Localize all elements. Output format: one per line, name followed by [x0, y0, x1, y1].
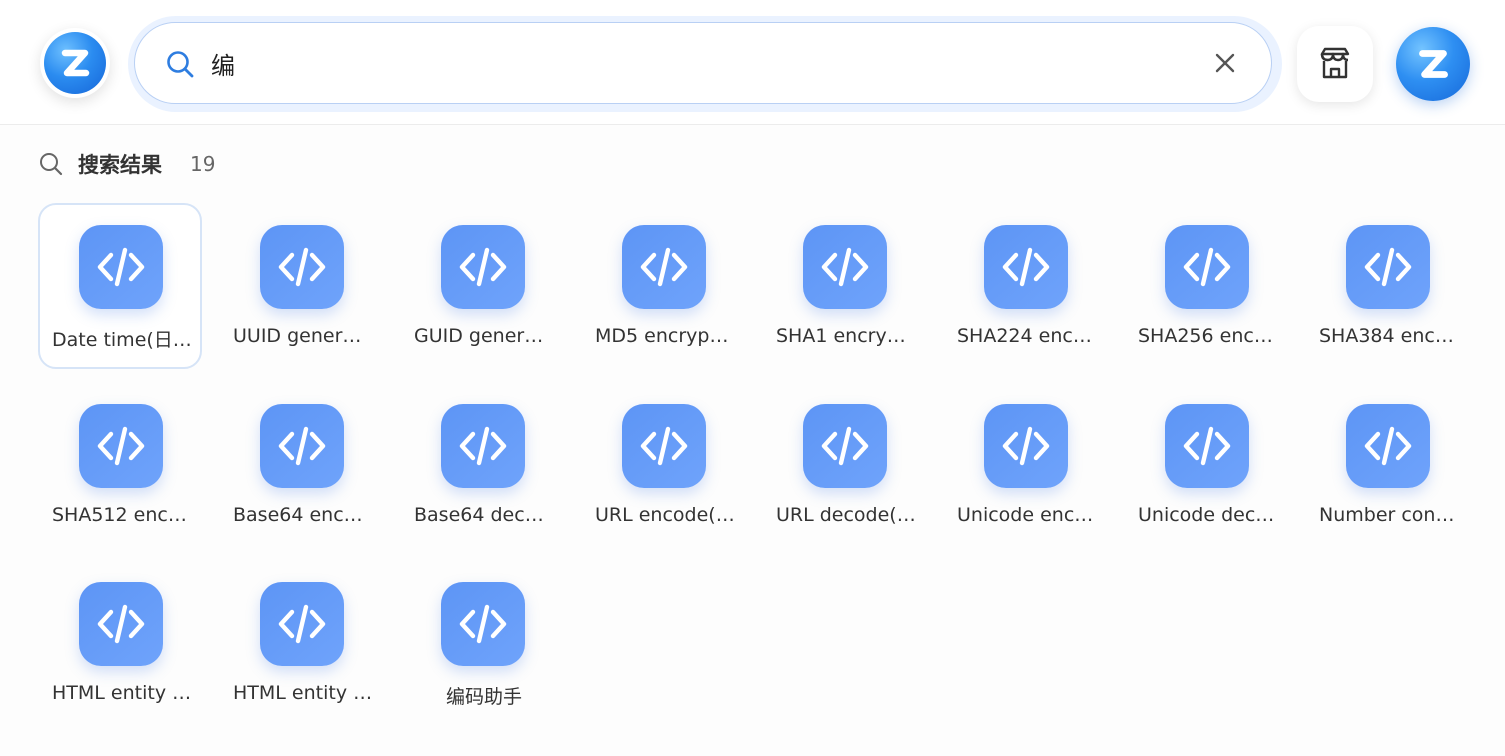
- app-label: Number con…: [1319, 503, 1455, 526]
- results-count: 19: [190, 152, 216, 176]
- code-icon: [1165, 403, 1249, 488]
- app-label: Date time(日…: [52, 329, 192, 351]
- store-button[interactable]: [1297, 26, 1373, 102]
- code-icon: [622, 403, 706, 488]
- app-label: MD5 encrypt…: [595, 325, 735, 347]
- app-label: 编码助手: [445, 686, 522, 708]
- code-icon: [441, 225, 525, 309]
- app-label: SHA1 encryp…: [776, 325, 916, 347]
- code-icon: [1346, 403, 1430, 488]
- code-icon: [803, 403, 887, 488]
- code-icon: [622, 225, 706, 309]
- search-box[interactable]: [134, 22, 1272, 104]
- app-tile[interactable]: URL encode(…: [581, 382, 745, 548]
- app-logo[interactable]: [40, 28, 110, 98]
- app-label: URL encode(…: [595, 503, 735, 526]
- app-tile[interactable]: SHA512 encr…: [38, 382, 202, 548]
- code-icon: [260, 582, 344, 666]
- store-icon: [1320, 47, 1350, 79]
- app-label: SHA224 encr…: [957, 325, 1097, 347]
- results-header: 搜索结果 19: [38, 146, 215, 182]
- z-logo-icon: [44, 32, 106, 94]
- app-label: SHA512 encr…: [52, 503, 192, 526]
- code-icon: [79, 582, 163, 666]
- app-tile[interactable]: GUID genera…: [400, 203, 564, 369]
- close-icon[interactable]: [1213, 51, 1237, 75]
- app-tile[interactable]: 编码助手: [400, 560, 564, 726]
- search-icon: [40, 153, 63, 176]
- app-tile[interactable]: Date time(日…: [38, 203, 202, 369]
- app-tile[interactable]: MD5 encrypt…: [581, 203, 745, 369]
- app-label: UUID genera…: [233, 325, 373, 347]
- z-avatar-icon: [1419, 50, 1448, 78]
- code-icon: [441, 403, 525, 488]
- app-label: HTML entity …: [233, 682, 373, 704]
- app-tile[interactable]: UUID genera…: [219, 203, 383, 369]
- app-label: Unicode enc…: [957, 503, 1094, 526]
- app-tile[interactable]: HTML entity …: [38, 560, 202, 726]
- app-tile[interactable]: Unicode enc…: [943, 382, 1107, 548]
- avatar[interactable]: [1396, 27, 1470, 101]
- code-icon: [984, 403, 1068, 488]
- code-icon: [441, 582, 525, 666]
- search-icon: [167, 51, 194, 78]
- results-title: 搜索结果: [78, 153, 162, 177]
- app-tile[interactable]: URL decode(…: [762, 382, 926, 548]
- top-bar: [0, 0, 1505, 125]
- app-tile[interactable]: Base64 enco…: [219, 382, 383, 548]
- code-icon: [260, 225, 344, 309]
- app-tile[interactable]: SHA256 encr…: [1124, 203, 1288, 369]
- code-icon: [79, 403, 163, 488]
- app-window: 搜索结果 19 Date time(日… UUID genera… GUID gen…: [0, 0, 1505, 756]
- app-label: HTML entity …: [52, 682, 192, 704]
- code-icon: [803, 225, 887, 309]
- code-icon: [260, 403, 344, 488]
- app-tile[interactable]: SHA1 encryp…: [762, 203, 926, 369]
- code-icon: [79, 225, 163, 309]
- app-label: SHA384 encr…: [1319, 325, 1459, 347]
- code-icon: [984, 225, 1068, 309]
- app-label: SHA256 encr…: [1138, 325, 1278, 347]
- app-tile[interactable]: Number con…: [1305, 382, 1469, 548]
- code-icon: [1346, 225, 1430, 309]
- app-label: GUID genera…: [414, 325, 554, 347]
- app-label: Base64 deco…: [414, 503, 554, 526]
- app-tile[interactable]: SHA224 encr…: [943, 203, 1107, 369]
- search-bar: [128, 16, 1282, 112]
- app-tile[interactable]: Base64 deco…: [400, 382, 564, 548]
- code-icon: [1165, 225, 1249, 309]
- app-label: URL decode(…: [776, 503, 916, 526]
- app-label: Base64 enco…: [233, 503, 373, 526]
- app-label: Unicode dec…: [1138, 503, 1275, 526]
- app-tile[interactable]: Unicode dec…: [1124, 382, 1288, 548]
- app-tile[interactable]: SHA384 encr…: [1305, 203, 1469, 369]
- app-tile[interactable]: HTML entity …: [219, 560, 383, 726]
- search-input[interactable]: [211, 41, 1171, 85]
